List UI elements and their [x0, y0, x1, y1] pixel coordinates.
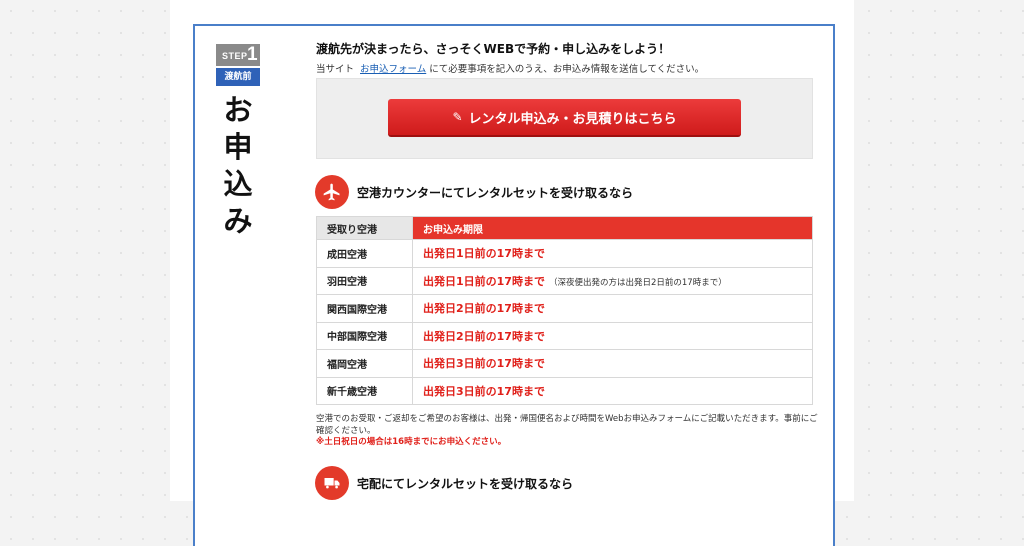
deadline-text: 出発日2日前の17時まで — [423, 302, 545, 316]
airport-name: 福岡空港 — [316, 349, 413, 378]
deadline-text: 出発日3日前の17時まで — [423, 357, 545, 371]
deadline-cell: 出発日1日前の17時まで — [412, 239, 813, 268]
rental-application-button[interactable]: ✎ レンタル申込み・お見積りはこちら — [388, 99, 741, 137]
footnote-text: 空港でのお受取・ご返却をご希望のお客様は、出発・帰国便名および時間をWebお申込… — [316, 414, 818, 436]
airport-name: 新千歳空港 — [316, 376, 413, 405]
title-char: 申 — [223, 130, 253, 164]
footnote: 空港でのお受取・ご返却をご希望のお客様は、出発・帰国便名および時間をWebお申込… — [316, 414, 821, 449]
column-header-deadline: お申込み期限 — [412, 216, 813, 240]
airport-section-heading: 空港カウンターにてレンタルセットを受け取るなら — [357, 186, 634, 200]
vertical-title: お 申 込 み — [218, 92, 258, 240]
deadline-cell: 出発日3日前の17時まで — [412, 349, 813, 378]
cta-label: レンタル申込み・お見積りはこちら — [468, 111, 677, 127]
step-badge: STEP 1 — [216, 44, 260, 66]
airport-deadline-table: 受取り空港 お申込み期限 成田空港 出発日1日前の17時まで 羽田空港 出発日1… — [316, 216, 813, 405]
airport-name: 成田空港 — [316, 239, 413, 268]
table-row: 中部国際空港 出発日2日前の17時まで — [316, 321, 813, 350]
table-row: 福岡空港 出発日3日前の17時まで — [316, 349, 813, 378]
sub-suffix: にて必要事項を記入のうえ、お申込み情報を送信してください。 — [429, 64, 705, 75]
airplane-icon — [315, 175, 349, 209]
phase-badge: 渡航前 — [216, 68, 260, 86]
deadline-cell: 出発日2日前の17時まで — [412, 321, 813, 350]
deadline-cell: 出発日2日前の17時まで — [412, 294, 813, 323]
deadline-text: 出発日1日前の17時まで — [423, 247, 545, 261]
lead-text: 渡航先が決まったら、さっそくWEBで予約・申し込みをしよう！ — [316, 42, 671, 56]
table-row: 成田空港 出発日1日前の17時まで — [316, 239, 813, 268]
sub-text: 当サイト お申込フォーム にて必要事項を記入のうえ、お申込み情報を送信してください。 — [316, 61, 704, 75]
title-char: お — [223, 93, 253, 127]
deadline-text: 出発日1日前の17時まで — [423, 274, 545, 288]
delivery-section-heading: 宅配にてレンタルセットを受け取るなら — [357, 477, 574, 491]
application-form-link[interactable]: お申込フォーム — [360, 64, 426, 75]
table-row: 新千歳空港 出発日3日前の17時まで — [316, 376, 813, 405]
title-char: 込 — [223, 167, 253, 201]
airport-name: 関西国際空港 — [316, 294, 413, 323]
airport-name: 羽田空港 — [316, 266, 413, 295]
deadline-text: 出発日3日前の17時まで — [423, 384, 545, 398]
deadline-cell: 出発日1日前の17時まで （深夜便出発の方は出発日2日前の17時まで） — [412, 266, 813, 295]
pencil-icon: ✎ — [452, 110, 463, 124]
deadline-text: 出発日2日前の17時まで — [423, 329, 545, 343]
deadline-note: （深夜便出発の方は出発日2日前の17時まで） — [548, 277, 727, 288]
step-number: 1 — [247, 44, 258, 65]
airport-name: 中部国際空港 — [316, 321, 413, 350]
sub-prefix: 当サイト — [316, 64, 355, 75]
truck-icon — [315, 466, 349, 500]
column-header-airport: 受取り空港 — [316, 216, 413, 240]
title-char: み — [223, 204, 253, 238]
table-row: 関西国際空港 出発日2日前の17時まで — [316, 294, 813, 323]
deadline-cell: 出発日3日前の17時まで — [412, 376, 813, 405]
step-word: STEP — [222, 51, 248, 61]
table-header-row: 受取り空港 お申込み期限 — [316, 216, 813, 240]
table-row: 羽田空港 出発日1日前の17時まで （深夜便出発の方は出発日2日前の17時まで） — [316, 266, 813, 295]
footnote-warning: ※土日祝日の場合は16時までにお申込ください。 — [316, 437, 507, 447]
